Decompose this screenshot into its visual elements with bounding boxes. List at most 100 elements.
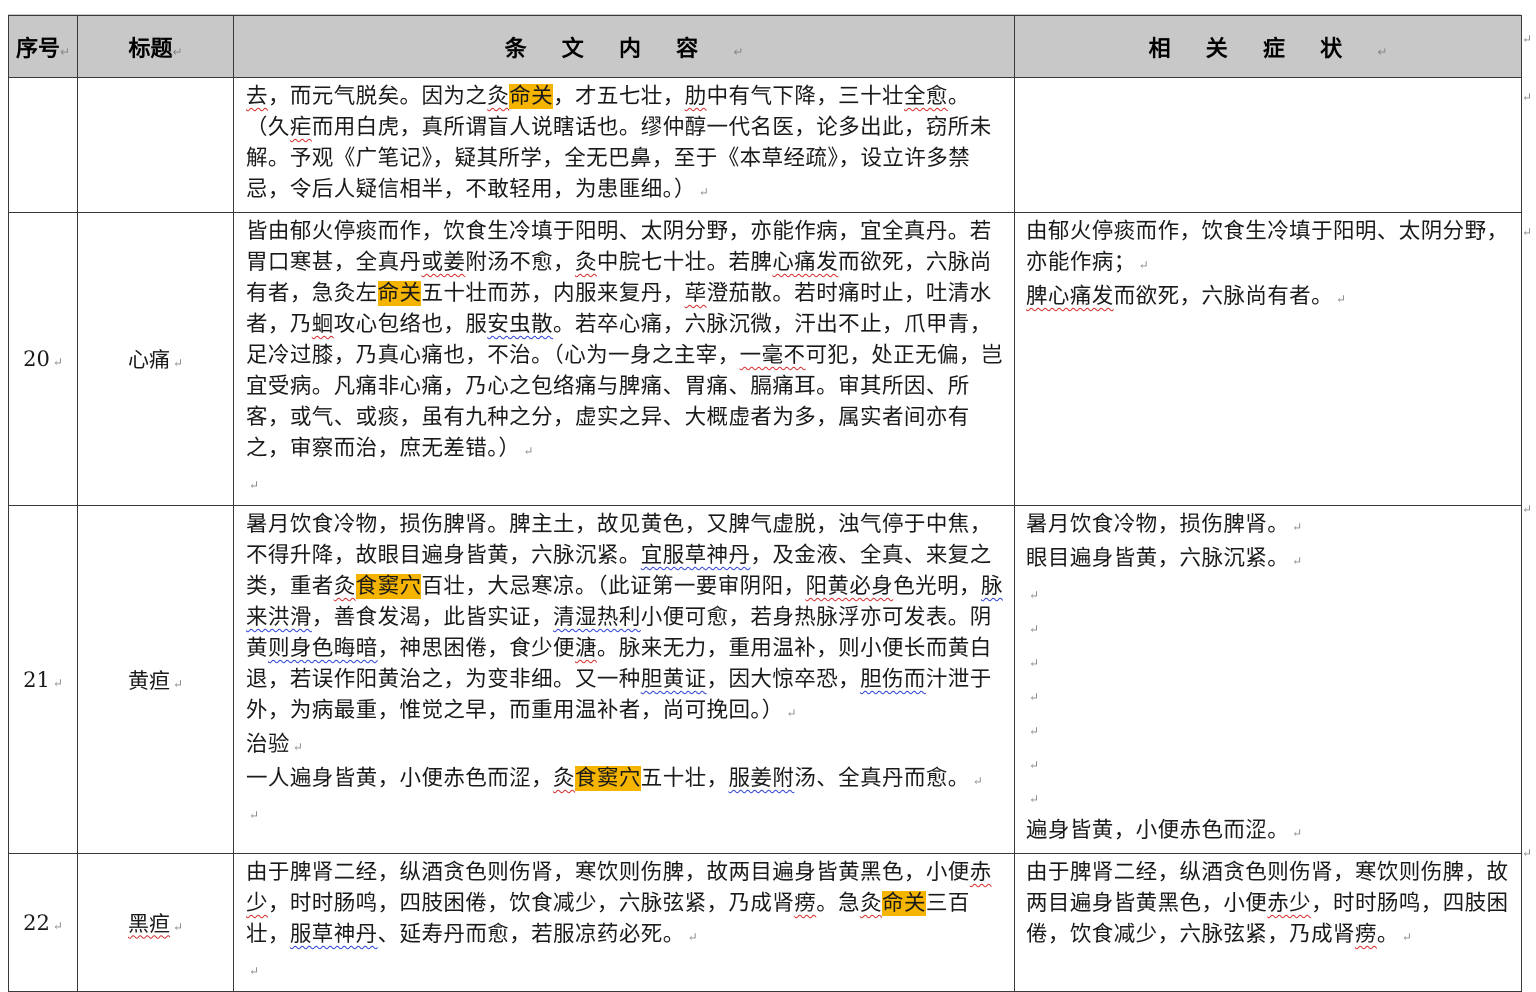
text-run: 暑月饮食冷物，损伤脾肾。: [1026, 512, 1290, 537]
paragraph-mark: ↵: [1029, 792, 1040, 806]
cell-no[interactable]: 22 ↵: [8, 853, 78, 992]
paragraph: 暑月饮食冷物，损伤脾肾。脾主土，故见黄色，又脾气虚脱，浊气停于中焦，不得升降，故…: [246, 509, 1004, 729]
grammar-underline: 服姜附: [728, 766, 795, 791]
table-row: 21 ↵ 黄疸 ↵ 暑月饮食冷物，损伤脾肾。脾主土，故见黄色，又脾气虚脱，浊气停于中焦，…: [8, 505, 1522, 854]
table-body: 去，而元气脱矣。因为之灸命关，才五七壮，肋中有气下降，三十壮全愈。 （久疟而用白虎…: [8, 77, 1522, 992]
highlighted-term: 食窦穴: [574, 766, 641, 791]
paragraph-mark: ↵: [1029, 622, 1040, 636]
text-run: （久: [246, 115, 290, 140]
cell-content[interactable]: 暑月饮食冷物，损伤脾肾。脾主土，故见黄色，又脾气虚脱，浊气停于中焦，不得升降，故…: [233, 505, 1015, 854]
spellcheck-underline: 痨: [1354, 922, 1377, 947]
text-run: ，时时肠鸣，四肢困倦，饮食减少，六脉弦紧，乃成肾: [267, 891, 795, 916]
text-run: 。急: [816, 891, 861, 916]
text-run: 而欲死，六脉尚有者。: [1113, 284, 1334, 309]
cell-symptoms[interactable]: 暑月饮食冷物，损伤脾肾。 ↵ 眼目遍身皆黄，六脉沉紧。 ↵ ↵ ↵ ↵ ↵ ↵ ↵ ↵ 遍身皆黄，小便…: [1014, 505, 1522, 854]
grammar-underline: 胆伤而: [860, 667, 926, 692]
cell-symptoms[interactable]: 由郁火停痰而作，饮食生冷填于阳明、太阴分野，亦能作病； ↵ 脾心痛发而欲死，六脉尚有…: [1014, 212, 1522, 506]
paragraph-mark: ↵: [1029, 588, 1040, 602]
paragraph: 遍身皆黄，小便赤色而涩。 ↵: [1026, 815, 1511, 849]
paragraph-mark: ↵: [292, 740, 304, 754]
paragraph: ↵: [1026, 679, 1511, 713]
row-number: 20: [23, 347, 50, 371]
table-row: 22 ↵ 黑疸 ↵ 由于脾肾二经，纵酒贪色则伤肾，寒饮则伤脾，故两目遍身皆黄黑色，小便赤…: [8, 853, 1522, 992]
highlighted-term: 命关: [377, 281, 422, 306]
row-end-marker: ↵: [1521, 32, 1532, 46]
row-title: 心痛: [127, 348, 170, 372]
paragraph: 脾心痛发而欲死，六脉尚有者。 ↵: [1026, 281, 1511, 315]
text-run: 、延寿丹而愈，若服凉药必死。: [377, 922, 685, 947]
cell-symptoms[interactable]: [1014, 77, 1522, 213]
text-run: 遍身皆黄，小便赤色而涩。: [1026, 818, 1290, 843]
paragraph-mark: ↵: [52, 355, 63, 369]
paragraph-mark: ↵: [172, 356, 184, 370]
paragraph-mark: ↵: [687, 930, 699, 944]
spellcheck-underline: 肋: [684, 84, 707, 109]
text-run: ，神思困倦，食少便: [377, 636, 575, 661]
text-run: 由于脾肾二经，纵酒贪色则伤肾，寒饮则伤脾，故两目遍身皆黄黑色，小便: [246, 860, 970, 885]
paragraph-mark: ↵: [786, 706, 798, 720]
cell-content[interactable]: 去，而元气脱矣。因为之灸命关，才五七壮，肋中有气下降，三十壮全愈。 （久疟而用白虎…: [233, 77, 1015, 213]
spellcheck-underline: 赤少: [1267, 891, 1312, 916]
header-cell-no[interactable]: 序号↵: [8, 15, 78, 78]
header-cell-symptoms[interactable]: 相关症状↵: [1014, 15, 1522, 78]
paragraph-mark: ↵: [249, 964, 260, 978]
table-row: 去，而元气脱矣。因为之灸命关，才五七壮，肋中有气下降，三十壮全愈。 （久疟而用白虎…: [8, 77, 1522, 213]
paragraph-mark: ↵: [1029, 656, 1040, 670]
paragraph: 皆由郁火停痰而作，饮食生冷填于阳明、太阴分野，亦能作病，宜全真丹。若胃口寒甚，全…: [246, 216, 1004, 467]
spellcheck-underline: 脾心痛发: [1026, 284, 1114, 309]
cell-no[interactable]: 20 ↵: [8, 212, 78, 506]
text-run: 五十壮，: [640, 766, 729, 791]
highlighted-term: 命关: [509, 84, 554, 109]
paragraph: ↵: [1026, 611, 1511, 645]
cell-content[interactable]: 由于脾肾二经，纵酒贪色则伤肾，寒饮则伤脾，故两目遍身皆黄黑色，小便赤少，时时肠鸣…: [233, 853, 1015, 992]
page-top-edge: [8, 0, 1521, 15]
row-end-marker: ↵: [1521, 90, 1532, 104]
text-run: 中脘七十壮。若脾: [596, 250, 773, 275]
cell-title[interactable]: 心痛 ↵: [77, 212, 234, 506]
cell-no[interactable]: [8, 77, 78, 213]
text-run: 而用白虎，真所谓盲人说瞎话也。缪仲醇一代名医，论多出此，窃所未解。予观《广笔记》…: [246, 115, 992, 202]
paragraph: ↵: [1026, 781, 1511, 815]
paragraph-mark: ↵: [1292, 520, 1303, 534]
grammar-underline: 胆黄证: [640, 667, 707, 692]
header-row: 序号↵ 标题↵ 条文内容↵ 相关症状↵: [8, 15, 1522, 78]
spellcheck-underline: 疟: [289, 115, 312, 140]
text-run: 攻心包络也，服: [333, 312, 488, 337]
cell-content[interactable]: 皆由郁火停痰而作，饮食生冷填于阳明、太阴分野，亦能作病，宜全真丹。若胃口寒甚，全…: [233, 212, 1015, 506]
paragraph: 由于脾肾二经，纵酒贪色则伤肾，寒饮则伤脾，故两目遍身皆黄黑色，小便赤少，时时肠鸣…: [1026, 857, 1511, 953]
text-run: 汤、全真丹而愈。: [794, 766, 970, 791]
cell-no[interactable]: 21 ↵: [8, 505, 78, 854]
cell-symptoms[interactable]: 由于脾肾二经，纵酒贪色则伤肾，寒饮则伤脾，故两目遍身皆黄黑色，小便赤少，时时肠鸣…: [1014, 853, 1522, 992]
spellcheck-underline: 灸: [487, 84, 510, 109]
cell-title[interactable]: 黄疸 ↵: [77, 505, 234, 854]
cell-title[interactable]: 黑疸 ↵: [77, 853, 234, 992]
paragraph: ↵: [1026, 713, 1511, 747]
paragraph-mark: ↵: [972, 774, 984, 788]
header-cell-content[interactable]: 条文内容↵: [233, 15, 1015, 78]
spellcheck-underline: 荜: [684, 281, 707, 306]
text-run: ，而元气脱矣。因为之: [267, 84, 488, 109]
text-run: 色光明，: [893, 574, 981, 599]
table-row: 20 ↵ 心痛 ↵ 皆由郁火停痰而作，饮食生冷填于阳明、太阴分野，亦能作病，宜全真丹。若…: [8, 212, 1522, 506]
highlighted-term: 食窦穴: [355, 574, 422, 599]
paragraph-mark: ↵: [1292, 554, 1303, 568]
paragraph: 由郁火停痰而作，饮食生冷填于阳明、太阴分野，亦能作病； ↵: [1026, 216, 1511, 281]
paragraph: 治验 ↵: [246, 729, 1004, 763]
paragraph: 由于脾肾二经，纵酒贪色则伤肾，寒饮则伤脾，故两目遍身皆黄黑色，小便赤少，时时肠鸣…: [246, 857, 1004, 953]
paragraph-mark: ↵: [172, 676, 184, 691]
cell-title[interactable]: [77, 77, 234, 213]
text-run: ，善食发渴，此皆实证，: [311, 605, 554, 630]
paragraph-mark: ↵: [698, 185, 710, 199]
text-run: 由郁火停痰而作，饮食生冷填于阳明、太阴分野，亦能作病；: [1026, 219, 1509, 275]
document-table: 序号↵ 标题↵ 条文内容↵ 相关症状↵ 去，而元气脱矣。因为之灸命关，才五七壮，…: [8, 15, 1522, 992]
text-run: 。: [947, 84, 970, 109]
paragraph: ↵: [1026, 577, 1511, 611]
text-run: 附汤不愈，: [465, 250, 575, 275]
header-cell-title[interactable]: 标题↵: [77, 15, 234, 78]
spellcheck-underline: 去: [246, 84, 268, 109]
row-end-marker: ↵: [1521, 502, 1532, 516]
row-title: 黄疸: [127, 668, 170, 693]
row-end-marker: ↵: [1521, 846, 1532, 860]
spellcheck-underline: 心痛发: [772, 250, 839, 275]
paragraph-mark: ↵: [1292, 826, 1303, 840]
